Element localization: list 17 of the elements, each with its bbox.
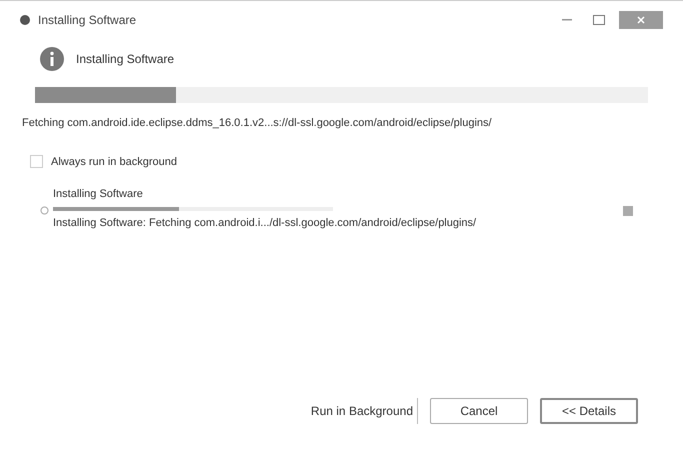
minimize-icon: [562, 19, 572, 21]
dialog-button[interactable]: Cancel: [430, 398, 528, 424]
maximize-icon: [593, 15, 605, 25]
close-icon: [637, 16, 645, 24]
job-icon: [40, 206, 49, 215]
app-icon: [20, 15, 30, 25]
checkbox-label: Always run in background: [51, 154, 177, 170]
dialog-button[interactable]: << Details: [540, 398, 638, 424]
checkbox[interactable]: [30, 155, 43, 168]
dialog-button[interactable]: Run in Background: [306, 398, 418, 424]
dialog-heading: Installing Software: [76, 51, 174, 68]
job-name: Installing Software: [53, 187, 144, 202]
status-text: Fetching com.android.ide.eclipse.ddms_16.0.1.v2...s://dl-ssl.google.com/android/eclipse/plugins/: [21, 116, 493, 131]
info-icon: [40, 47, 64, 71]
close-button[interactable]: [619, 11, 663, 29]
window-title: Installing Software: [38, 12, 136, 29]
job-detail: Installing Software: Fetching com.android.i.../dl-ssl.google.com/android/eclipse/plugins/: [53, 216, 478, 230]
